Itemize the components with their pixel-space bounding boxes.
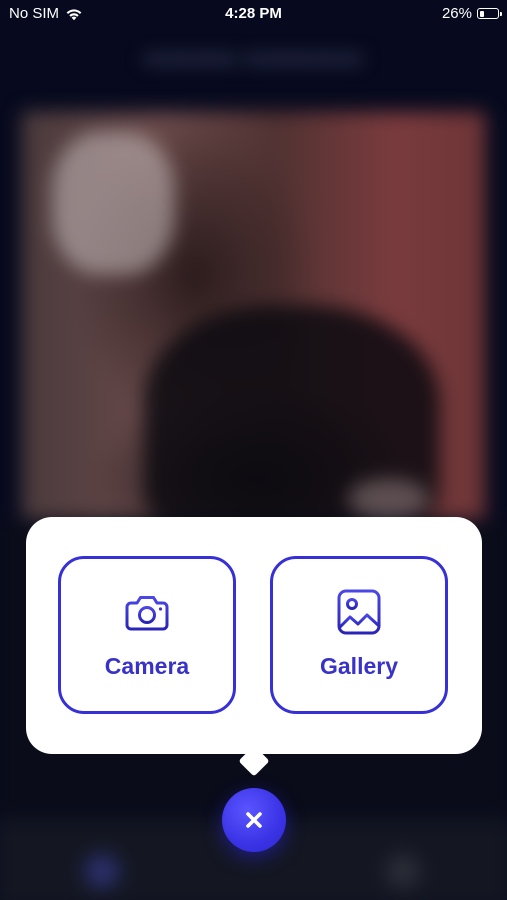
status-time: 4:28 PM — [225, 5, 282, 22]
gallery-button[interactable]: Gallery — [270, 556, 448, 714]
close-button[interactable] — [222, 788, 286, 852]
image-icon — [337, 589, 381, 635]
background-title-blurred: ▬▬▬▬ ▬▬▬▬▬ — [144, 42, 363, 68]
camera-button[interactable]: Camera — [58, 556, 236, 714]
camera-label: Camera — [104, 653, 190, 679]
screen: ▬▬▬▬ ▬▬▬▬▬ No SIM 4:28 PM 26% Camera Gal… — [0, 0, 507, 900]
background-tab-icon — [84, 853, 120, 889]
background-tab-icon — [385, 853, 421, 889]
status-right: 26% — [441, 5, 502, 22]
status-bar: No SIM 4:28 PM 26% — [0, 0, 507, 28]
image-source-popup: Camera Gallery — [26, 517, 482, 754]
battery-level-fill — [479, 10, 484, 17]
camera-icon — [125, 596, 169, 631]
close-icon — [246, 812, 262, 828]
battery-percent: 26% — [441, 5, 472, 22]
gallery-label: Gallery — [320, 653, 398, 679]
background-photo — [21, 111, 486, 520]
battery-icon — [477, 8, 502, 19]
